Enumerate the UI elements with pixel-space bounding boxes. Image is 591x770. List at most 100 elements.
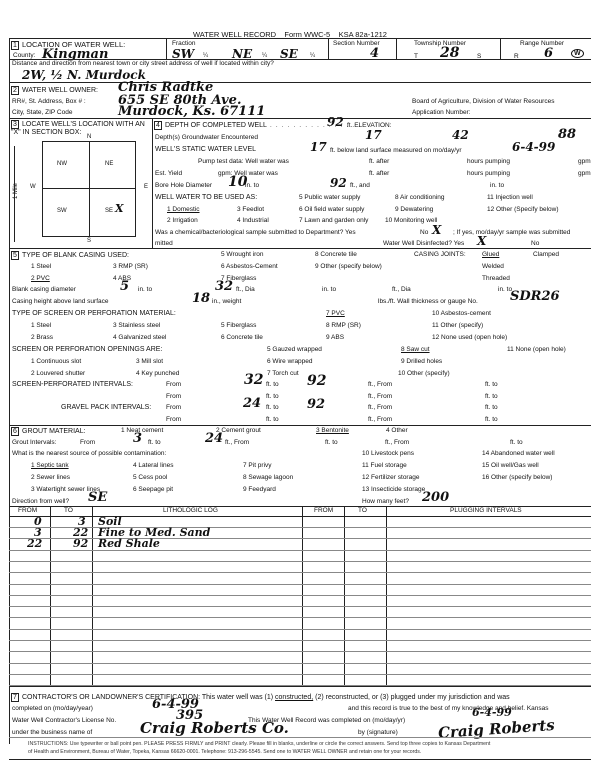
grout-option[interactable]: 4 Other <box>386 427 408 434</box>
joint-option[interactable]: Welded <box>482 263 504 270</box>
section-grid[interactable]: NW NE SW SE X <box>42 141 136 237</box>
constructed-selected[interactable]: constructed, <box>275 694 313 701</box>
direction-field[interactable]: SE <box>88 490 107 505</box>
opening-option[interactable]: 11 None (open hole) <box>507 346 566 353</box>
casing-option[interactable]: 1 Steel <box>31 263 51 270</box>
screen-option[interactable]: 4 Galvanized steel <box>113 334 166 341</box>
source-option[interactable]: 12 Fertilizer storage <box>362 474 419 481</box>
joint-option[interactable]: Threaded <box>482 275 510 282</box>
use-option[interactable]: 8 Air conditioning <box>395 194 445 201</box>
joint-option[interactable]: Clamped <box>533 251 559 258</box>
grout-option[interactable]: 1 Neat cement <box>121 427 163 434</box>
use-option[interactable]: 10 Monitoring well <box>385 217 437 224</box>
gauge-field[interactable]: SDR26 <box>510 289 560 304</box>
screen-option[interactable]: 2 Brass <box>31 334 53 341</box>
source-option[interactable]: 13 Insecticide storage <box>362 486 425 493</box>
use-option[interactable]: 12 Other (Specify below) <box>487 206 559 213</box>
use-option-selected[interactable]: 1 Domestic <box>167 206 200 213</box>
source-option[interactable]: 4 Lateral lines <box>133 462 173 469</box>
screen-option-selected[interactable]: 7 PVC <box>326 310 345 317</box>
depth-field[interactable]: 92 <box>327 115 344 129</box>
opening-option[interactable]: 5 Gauzed wrapped <box>267 346 322 353</box>
source-option[interactable]: 7 Pit privy <box>243 462 272 469</box>
opening-option-selected[interactable]: 8 Saw cut <box>401 346 430 353</box>
screen-option[interactable]: 1 Steel <box>31 322 51 329</box>
use-option[interactable]: 7 Lawn and garden only <box>299 217 368 224</box>
use-option[interactable]: 4 Industrial <box>237 217 269 224</box>
quadrant-nw[interactable]: NW <box>57 161 67 167</box>
source-option[interactable]: 14 Abandoned water well <box>482 450 555 457</box>
screen-option[interactable]: 10 Asbestos-cement <box>432 310 491 317</box>
gravel-from-field[interactable]: 24 <box>243 396 261 411</box>
screen-from-field[interactable]: 32 <box>244 372 263 388</box>
sample-no[interactable]: No <box>420 229 428 236</box>
screen-option[interactable]: 5 Fiberglass <box>221 322 256 329</box>
casing-option-selected[interactable]: 2 PVC <box>31 275 50 282</box>
groundwater-3[interactable]: 88 <box>558 127 576 142</box>
source-option[interactable]: 8 Sewage lagoon <box>243 474 293 481</box>
opening-option[interactable]: 10 Other (specify) <box>398 370 450 377</box>
screen-option[interactable]: 9 ABS <box>326 334 344 341</box>
source-option[interactable]: 15 Oil well/Gas well <box>482 462 539 469</box>
business-field[interactable]: Craig Roberts Co. <box>140 719 289 737</box>
source-option[interactable]: 11 Fuel storage <box>362 462 407 469</box>
casing-option[interactable]: 6 Asbestos-Cement <box>221 263 278 270</box>
opening-option[interactable]: 6 Wire wrapped <box>267 358 313 365</box>
log-from[interactable]: 22 <box>27 537 42 550</box>
range-direction-west[interactable]: W <box>571 49 584 58</box>
use-option[interactable]: 6 Oil field water supply <box>299 206 364 213</box>
feet-field[interactable]: 200 <box>422 490 449 505</box>
quadrant-ne[interactable]: NE <box>105 161 113 167</box>
opening-option[interactable]: 4 Key punched <box>136 370 179 377</box>
screen-option[interactable]: 12 None used (open hole) <box>432 334 507 341</box>
sample-answer[interactable]: X <box>432 223 441 237</box>
source-option[interactable]: 16 Other (specify below) <box>482 474 552 481</box>
casing-option[interactable]: 8 Concrete tile <box>315 251 357 258</box>
opening-option[interactable]: 3 Mill slot <box>136 358 163 365</box>
use-option[interactable]: 9 Dewatering <box>395 206 433 213</box>
blank-depth-field[interactable]: 32 <box>215 279 233 294</box>
use-option[interactable]: 5 Public water supply <box>299 194 360 201</box>
grout-option-selected[interactable]: 3 Bentonite <box>316 427 349 434</box>
static-level-field[interactable]: 17 <box>310 140 327 154</box>
groundwater-2[interactable]: 42 <box>452 128 469 142</box>
height-field[interactable]: 18 <box>192 291 210 306</box>
source-option[interactable]: 2 Sewer lines <box>31 474 70 481</box>
grout-from-field[interactable]: 3 <box>133 431 142 446</box>
gravel-to-field[interactable]: 92 <box>307 397 325 412</box>
static-date-field[interactable]: 6-4-99 <box>512 140 555 154</box>
use-option[interactable]: 3 Feedlot <box>237 206 264 213</box>
log-to[interactable]: 92 <box>73 537 88 550</box>
use-option[interactable]: 11 Injection well <box>487 194 533 201</box>
source-option[interactable]: 9 Feedyard <box>243 486 276 493</box>
source-option-selected[interactable]: 1 Septic tank <box>31 462 69 469</box>
use-option[interactable]: 2 Irrigation <box>167 217 198 224</box>
screen-option[interactable]: 11 Other (specify) <box>432 322 483 329</box>
source-option[interactable]: 5 Cess pool <box>133 474 167 481</box>
screen-option[interactable]: 8 RMP (SR) <box>326 322 361 329</box>
grout-to-field[interactable]: 24 <box>205 431 223 446</box>
screen-to-field[interactable]: 92 <box>307 373 326 389</box>
blank-diameter-field[interactable]: 5 <box>120 279 129 294</box>
source-option[interactable]: 10 Livestock pens <box>362 450 414 457</box>
opening-option[interactable]: 7 Torch cut <box>267 370 299 377</box>
quadrant-se[interactable]: SE <box>105 208 113 214</box>
opening-option[interactable]: 2 Louvered shutter <box>31 370 85 377</box>
record-completed-date[interactable]: 6-4-99 <box>472 706 512 719</box>
opening-option[interactable]: 9 Drilled holes <box>401 358 442 365</box>
casing-option[interactable]: 5 Wrought iron <box>221 251 264 258</box>
joint-option-selected[interactable]: Glued <box>482 251 499 258</box>
screen-option[interactable]: 3 Stainless steel <box>113 322 160 329</box>
opening-option[interactable]: 1 Continuous slot <box>31 358 81 365</box>
bore-depth-field[interactable]: 92 <box>330 176 347 190</box>
screen-option[interactable]: 6 Concrete tile <box>221 334 263 341</box>
groundwater-1[interactable]: 17 <box>365 128 382 142</box>
signature-field[interactable]: Craig Roberts <box>438 716 556 742</box>
disinfected-no[interactable]: No <box>531 240 539 247</box>
city-field[interactable]: Murdock, Ks. 67111 <box>118 104 265 119</box>
quadrant-sw[interactable]: SW <box>57 208 67 214</box>
casing-option[interactable]: 3 RMP (SR) <box>113 263 148 270</box>
source-option[interactable]: 6 Seepage pit <box>133 486 173 493</box>
casing-option[interactable]: 9 Other (specify below) <box>315 263 382 270</box>
log-desc[interactable]: Red Shale <box>98 537 160 550</box>
